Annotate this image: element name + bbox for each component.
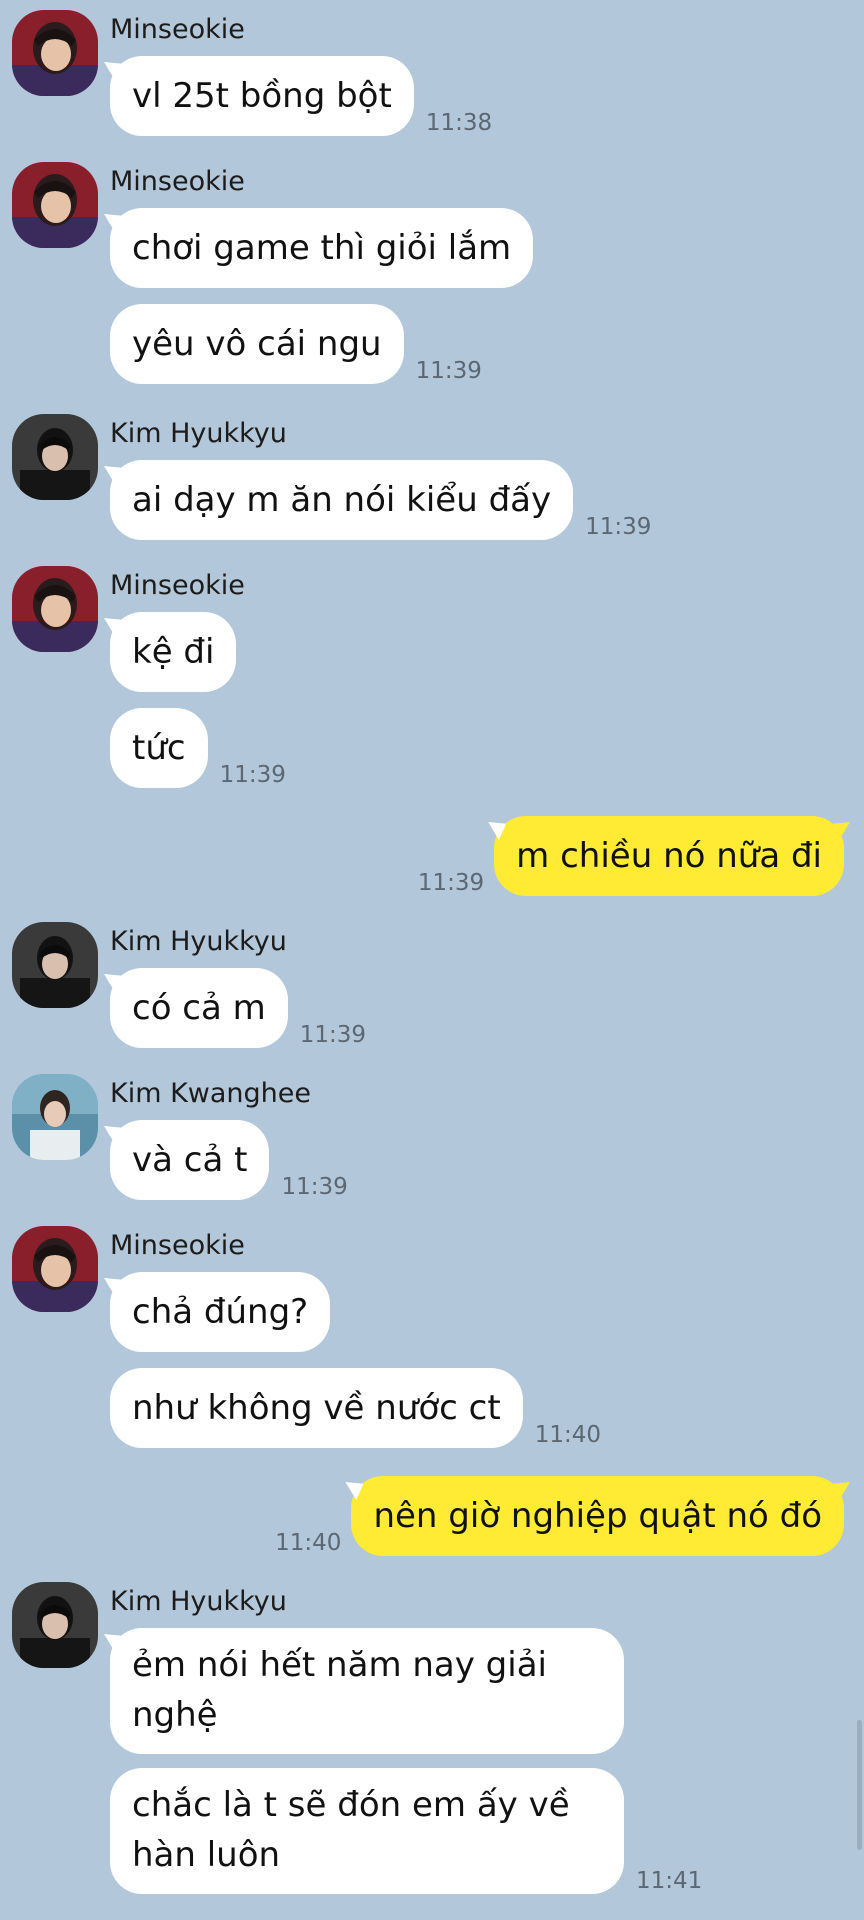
message-row: tức 11:39 — [110, 708, 286, 788]
kwanghee-avatar[interactable] — [12, 1074, 98, 1160]
sender-name: Minseokie — [110, 166, 245, 197]
message-row: có cả m 11:39 — [110, 968, 366, 1048]
minseokie-avatar[interactable] — [12, 566, 98, 652]
message-bubble-outgoing[interactable]: m chiều nó nữa đi — [494, 816, 844, 896]
minseokie-avatar[interactable] — [12, 1226, 98, 1312]
minseokie-avatar[interactable] — [12, 162, 98, 248]
outgoing-message-row: 11:40 nên giờ nghiệp quật nó đó — [275, 1476, 844, 1556]
message-bubble[interactable]: ẻm nói hết năm nay giải nghệ — [110, 1628, 624, 1754]
message-row: ẻm nói hết năm nay giải nghệ — [110, 1628, 624, 1754]
message-row: vl 25t bồng bột 11:38 — [110, 56, 492, 136]
message-row: yêu vô cái ngu 11:39 — [110, 304, 482, 384]
message-time: 11:39 — [417, 870, 485, 896]
message-row: và cả t 11:39 — [110, 1120, 348, 1200]
message-time: 11:39 — [219, 762, 286, 788]
message-time: 11:40 — [534, 1422, 602, 1448]
sender-name: Minseokie — [110, 1230, 245, 1261]
message-bubble[interactable]: và cả t — [110, 1120, 270, 1200]
message-bubble[interactable]: tức — [110, 708, 208, 788]
hyukkyu-avatar[interactable] — [12, 414, 98, 500]
message-bubble[interactable]: kệ đi — [110, 612, 237, 692]
message-bubble[interactable]: yêu vô cái ngu — [110, 304, 404, 384]
outgoing-message-row: 11:39 m chiều nó nữa đi — [418, 816, 844, 896]
message-time: 11:39 — [281, 1174, 348, 1200]
message-time: 11:39 — [299, 1022, 367, 1048]
message-time: 11:39 — [585, 514, 652, 540]
message-time: 11:39 — [415, 358, 482, 384]
chat-message-list[interactable]: Minseokie vl 25t bồng bột 11:38 Minseokie… — [0, 0, 864, 1920]
message-bubble[interactable]: vl 25t bồng bột — [110, 56, 414, 136]
sender-name: Kim Hyukkyu — [110, 1586, 287, 1617]
sender-name: Minseokie — [110, 14, 245, 45]
message-row: chơi game thì giỏi lắm — [110, 208, 534, 288]
message-time: 11:38 — [425, 110, 493, 136]
message-time: 11:40 — [275, 1530, 342, 1556]
sender-name: Minseokie — [110, 570, 245, 601]
sender-name: Kim Hyukkyu — [110, 418, 287, 449]
message-bubble[interactable]: chơi game thì giỏi lắm — [110, 208, 534, 288]
message-bubble[interactable]: như không về nước ct — [110, 1368, 523, 1448]
hyukkyu-avatar[interactable] — [12, 1582, 98, 1668]
message-row: ai dạy m ăn nói kiểu đấy 11:39 — [110, 460, 651, 540]
message-row: chả đúng? — [110, 1272, 331, 1352]
sender-name: Kim Hyukkyu — [110, 926, 287, 957]
message-row: chắc là t sẽ đón em ấy về hàn luôn 11:41 — [110, 1768, 702, 1894]
message-time: 11:41 — [636, 1868, 703, 1894]
scrollbar-thumb[interactable] — [857, 1720, 862, 1850]
message-bubble[interactable]: có cả m — [110, 968, 288, 1048]
hyukkyu-avatar[interactable] — [12, 922, 98, 1008]
message-bubble[interactable]: chả đúng? — [110, 1272, 331, 1352]
message-bubble-outgoing[interactable]: nên giờ nghiệp quật nó đó — [351, 1476, 844, 1556]
sender-name: Kim Kwanghee — [110, 1078, 312, 1109]
message-bubble[interactable]: ai dạy m ăn nói kiểu đấy — [110, 460, 574, 540]
message-row: kệ đi — [110, 612, 237, 692]
minseokie-avatar[interactable] — [12, 10, 98, 96]
message-row: như không về nước ct 11:40 — [110, 1368, 601, 1448]
message-bubble[interactable]: chắc là t sẽ đón em ấy về hàn luôn — [110, 1768, 624, 1894]
